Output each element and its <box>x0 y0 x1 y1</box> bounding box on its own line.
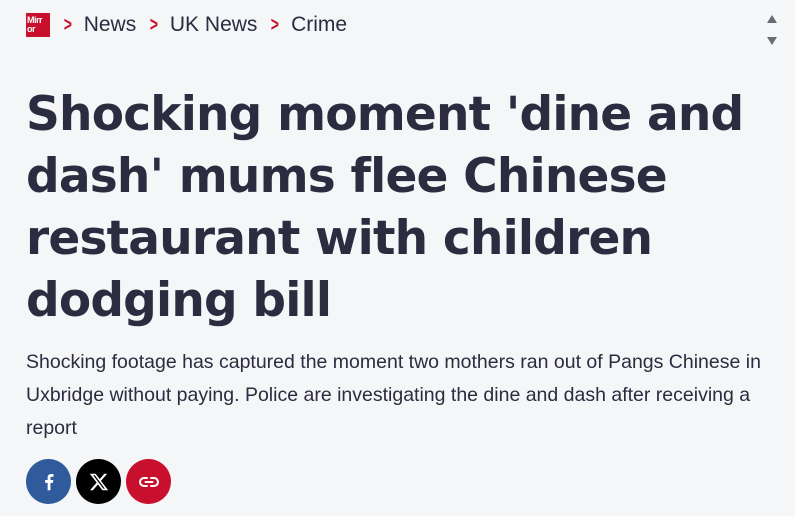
breadcrumb-crime[interactable]: Crime <box>291 11 347 39</box>
article-page: Mirr or > News > UK News > Crime Shockin… <box>0 0 795 516</box>
chevron-down-icon[interactable] <box>767 37 777 45</box>
breadcrumb: Mirr or > News > UK News > Crime <box>26 11 347 39</box>
chevron-up-icon[interactable] <box>767 15 777 23</box>
share-facebook-button[interactable] <box>26 459 71 504</box>
logo-text-line2: or <box>27 24 36 34</box>
breadcrumb-news[interactable]: News <box>84 11 137 39</box>
share-bar <box>26 459 171 504</box>
scrollbar[interactable] <box>765 12 779 48</box>
chevron-right-icon: > <box>149 14 159 36</box>
article-standfirst: Shocking footage has captured the moment… <box>26 351 761 439</box>
breadcrumb-uk-news[interactable]: UK News <box>170 11 258 39</box>
share-x-button[interactable] <box>76 459 121 504</box>
chevron-right-icon: > <box>63 14 72 36</box>
copy-link-button[interactable] <box>126 459 171 504</box>
chevron-right-icon: > <box>271 14 280 36</box>
article-headline: Shocking moment 'dine and dash' mums fle… <box>26 87 744 328</box>
x-icon <box>89 473 108 490</box>
link-icon <box>138 476 159 487</box>
mirror-logo[interactable]: Mirr or <box>26 13 50 37</box>
facebook-icon <box>44 473 53 490</box>
